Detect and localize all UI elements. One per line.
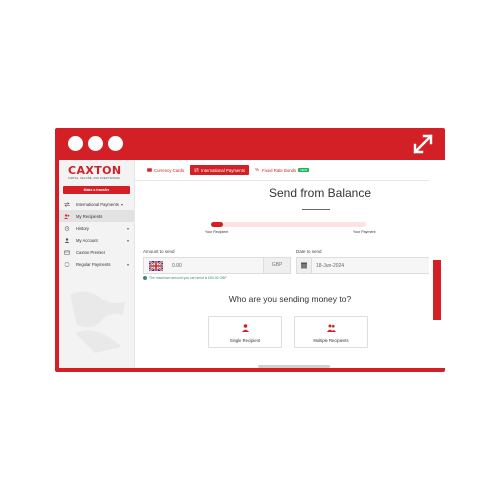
sidebar-item-label: My Recipients bbox=[76, 213, 103, 219]
amount-input[interactable]: 0.00 GBP bbox=[143, 257, 291, 274]
sidebar-item-label: Regular Payments bbox=[76, 261, 111, 267]
card-icon bbox=[147, 168, 152, 172]
app-viewport: CAXTON SIMPLE, SECURE, AND EVERYWHERE Ma… bbox=[59, 160, 429, 368]
sidebar-item-international-payments[interactable]: International Payments ▾ bbox=[59, 198, 134, 210]
tab-label: International Payments bbox=[201, 167, 246, 173]
brand-tagline: SIMPLE, SECURE, AND EVERYWHERE bbox=[68, 177, 120, 180]
date-label: Date to send bbox=[296, 249, 322, 254]
chevron-down-icon: ▾ bbox=[126, 238, 129, 243]
right-scroll-rail bbox=[429, 160, 445, 368]
single-recipient-label: Single Recipient bbox=[229, 338, 261, 343]
transfer-icon bbox=[64, 201, 70, 207]
new-badge: NEW bbox=[298, 168, 310, 172]
date-input[interactable]: 18-Jun-2024 bbox=[296, 257, 429, 274]
account-icon bbox=[64, 237, 70, 243]
browser-frame: CAXTON SIMPLE, SECURE, AND EVERYWHERE Ma… bbox=[55, 128, 445, 372]
card-icon bbox=[64, 250, 70, 255]
people-icon bbox=[327, 324, 336, 332]
expand-icon[interactable] bbox=[413, 134, 433, 154]
tab-international-payments[interactable]: International Payments bbox=[190, 165, 250, 175]
single-recipient-button[interactable]: Single Recipient bbox=[208, 316, 282, 348]
amount-value: 0.00 bbox=[172, 263, 182, 269]
sidebar-item-regular-payments[interactable]: Regular Payments ▾ bbox=[59, 258, 134, 270]
date-value: 18-Jun-2024 bbox=[316, 263, 345, 269]
sidebar-nav: International Payments ▾ My Recipients H… bbox=[59, 198, 134, 270]
sidebar-item-label: Caxton Premier bbox=[76, 249, 106, 255]
window-dot-icon bbox=[108, 136, 123, 151]
top-tabs: Currency Cards International Payments % … bbox=[143, 164, 315, 176]
window-dot-icon bbox=[68, 136, 83, 151]
amount-label: Amount to send bbox=[143, 249, 175, 254]
multiple-recipients-label: Multiple Recipients bbox=[313, 338, 349, 343]
uk-flag-icon bbox=[149, 261, 163, 271]
tab-label: Currency Cards bbox=[154, 167, 185, 173]
sidebar-item-label: International Payments bbox=[76, 201, 119, 207]
tab-fixed-rate-bonds[interactable]: % Fixed Rate Bonds NEW bbox=[251, 165, 313, 175]
calendar-icon[interactable] bbox=[297, 258, 312, 273]
page-title: Send from Balance bbox=[268, 186, 372, 200]
history-icon bbox=[64, 225, 70, 231]
info-icon bbox=[143, 276, 147, 280]
sidebar-item-my-recipients[interactable]: My Recipients bbox=[59, 210, 134, 222]
chevron-down-icon: ▾ bbox=[120, 201, 123, 207]
main-content: Send from Balance Your Recipient Your Pa… bbox=[135, 180, 429, 368]
recipient-question: Who are you sending money to? bbox=[228, 294, 352, 304]
window-dot-icon bbox=[88, 136, 103, 151]
sidebar-item-label: My Account bbox=[76, 237, 98, 243]
brand-name: CAXTON bbox=[68, 164, 122, 177]
title-divider bbox=[302, 209, 330, 210]
chevron-down-icon: ▾ bbox=[126, 226, 129, 231]
brand-logo[interactable]: CAXTON SIMPLE, SECURE, AND EVERYWHERE bbox=[68, 165, 128, 181]
sidebar-item-my-account[interactable]: My Account ▾ bbox=[59, 234, 134, 246]
sidebar-item-history[interactable]: History ▾ bbox=[59, 222, 134, 234]
make-transfer-button[interactable]: Make a transfer bbox=[63, 186, 130, 194]
progress-bar bbox=[211, 222, 366, 227]
horizontal-scrollbar[interactable] bbox=[258, 365, 330, 368]
sidebar-item-label: History bbox=[76, 225, 90, 231]
world-map-icon bbox=[70, 291, 125, 353]
hint-text: The maximum amount you can send is £50.0… bbox=[149, 276, 227, 280]
max-amount-hint: The maximum amount you can send is £50.0… bbox=[143, 276, 227, 280]
step-label-payment: Your Payment bbox=[353, 230, 376, 234]
step-label-recipient: Your Recipient bbox=[205, 230, 229, 234]
users-icon bbox=[64, 213, 70, 219]
tab-label: Fixed Rate Bonds bbox=[262, 167, 297, 173]
sidebar-item-caxton-premier[interactable]: Caxton Premier bbox=[59, 246, 134, 258]
transfer-icon bbox=[194, 168, 200, 172]
chevron-down-icon: ▾ bbox=[126, 262, 129, 267]
tab-currency-cards[interactable]: Currency Cards bbox=[143, 165, 188, 175]
repeat-icon bbox=[64, 261, 70, 267]
sidebar: CAXTON SIMPLE, SECURE, AND EVERYWHERE Ma… bbox=[59, 160, 135, 368]
multiple-recipients-button[interactable]: Multiple Recipients bbox=[294, 316, 368, 348]
person-icon bbox=[242, 324, 249, 332]
vertical-scrollbar[interactable] bbox=[433, 260, 441, 320]
percent-icon: % bbox=[255, 167, 260, 172]
currency-code: GBP bbox=[263, 258, 290, 273]
progress-fill bbox=[211, 222, 224, 227]
